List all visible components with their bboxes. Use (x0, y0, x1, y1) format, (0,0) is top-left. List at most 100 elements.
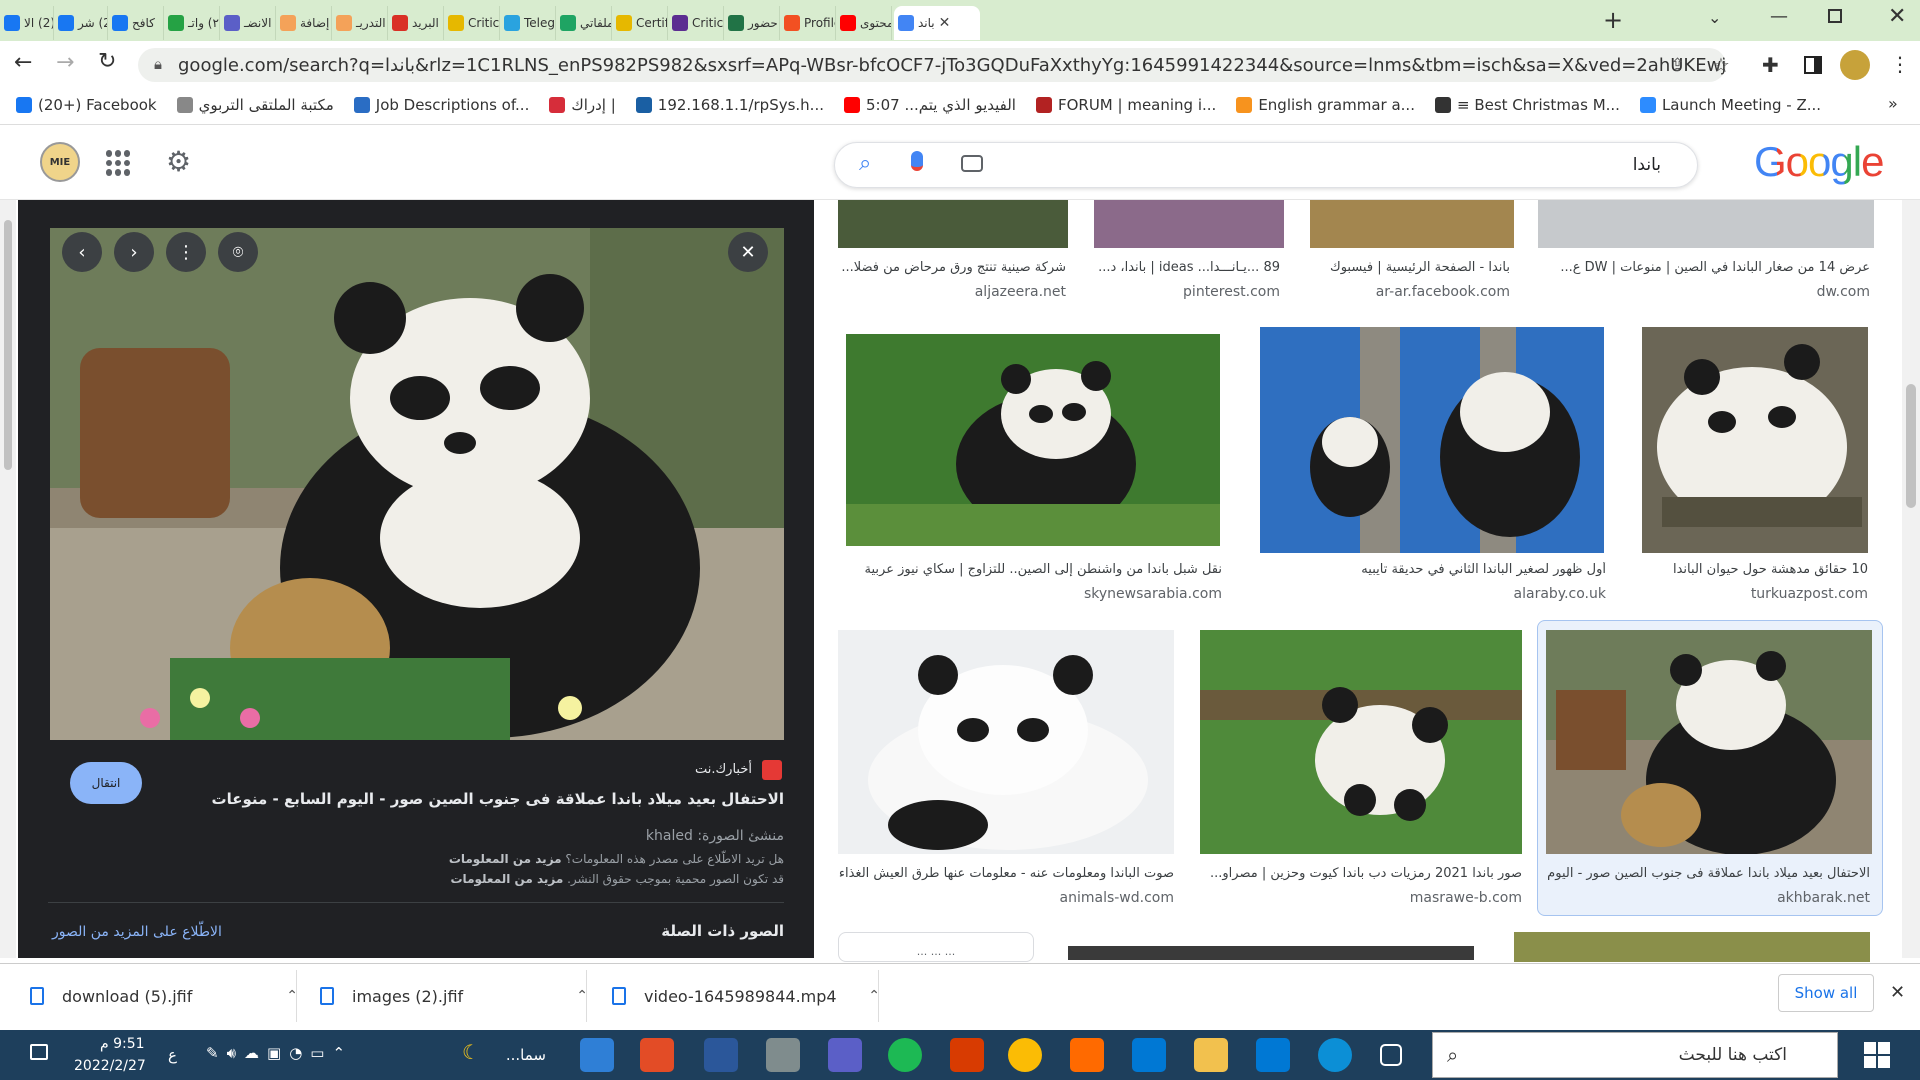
result-caption[interactable]: الاحتفال بعيد ميلاد باندا عملاقة فى جنوب… (1546, 866, 1870, 881)
share-icon[interactable]: ⇪ (1670, 55, 1685, 76)
forward-icon[interactable]: → (56, 50, 74, 75)
bookmark-item[interactable]: الفيديو الذي يتم... 5:07 (843, 96, 1016, 114)
result-image[interactable] (838, 630, 1174, 854)
browser-tab[interactable]: (٢) واتـ (164, 5, 220, 40)
show-all-downloads-button[interactable]: Show all (1778, 974, 1874, 1012)
store-icon[interactable] (1132, 1038, 1166, 1072)
weather-text[interactable]: سما... (484, 1046, 546, 1064)
browser-tab[interactable]: كافح (108, 5, 164, 40)
task-view-icon[interactable] (1380, 1044, 1402, 1066)
browser-tab[interactable]: Telegr (500, 5, 556, 40)
tab-search-icon[interactable]: ⌄ (1708, 8, 1721, 27)
bookmark-star-icon[interactable]: ☆ (1712, 53, 1730, 77)
maximize-button[interactable] (1828, 9, 1842, 23)
browser-tab[interactable]: Certifi (612, 5, 668, 40)
apps-grid-icon[interactable] (106, 150, 132, 176)
search-icon[interactable]: ⌕ (859, 151, 871, 176)
result-image[interactable] (1514, 932, 1870, 962)
result-image[interactable] (1546, 630, 1872, 854)
preview-image[interactable] (50, 228, 784, 740)
mail-icon[interactable] (1256, 1038, 1290, 1072)
voice-search-icon[interactable] (911, 151, 923, 171)
result-image[interactable] (838, 200, 1068, 248)
bookmark-item[interactable]: مكتبة الملتقى التربوي (176, 96, 334, 114)
spotify-icon[interactable] (888, 1038, 922, 1072)
result-caption[interactable]: 89 ...يـانـــدا... ideas | باندا، د... (1090, 260, 1280, 275)
start-button[interactable] (1864, 1042, 1890, 1068)
notifications-icon[interactable] (30, 1044, 48, 1060)
browser-tab[interactable]: محتوى (836, 5, 892, 40)
browser-tab[interactable]: إضافة (276, 5, 332, 40)
language-indicator[interactable]: ع (168, 1046, 177, 1064)
see-more-images-link[interactable]: الاطّلاع على المزيد من الصور (52, 924, 222, 940)
browser-tab[interactable]: الانضـ (220, 5, 276, 40)
result-caption[interactable]: 10 حقائق مدهشة حول حيوان الباندا (1642, 562, 1868, 577)
word-icon[interactable] (704, 1038, 738, 1072)
office-icon[interactable] (950, 1038, 984, 1072)
google-logo[interactable]: Google (1754, 138, 1884, 186)
browser-tab[interactable]: (2) الا (0, 5, 54, 40)
sidepanel-icon[interactable] (1804, 56, 1822, 74)
search-box[interactable]: ⌕ باندا (834, 142, 1698, 188)
previous-image-button[interactable]: ‹ (62, 232, 102, 272)
close-downloads-icon[interactable]: ✕ (1890, 982, 1905, 1003)
image-title[interactable]: الاحتفال بعيد ميلاد باندا عملاقة فى جنوب… (212, 790, 784, 808)
browser-tab[interactable]: التدريـ (332, 5, 388, 40)
result-caption[interactable]: أول ظهور لصغير الباندا الثاني في حديقة ت… (1260, 562, 1606, 577)
result-caption[interactable]: صور باندا 2021 رمزيات دب باندا كيوت وحزي… (1200, 866, 1522, 881)
bookmarks-overflow-icon[interactable]: » (1888, 94, 1898, 113)
more-options-icon[interactable]: ⋮ (166, 232, 206, 272)
browser-tab[interactable]: ملفاتي (556, 5, 612, 40)
result-image[interactable] (1068, 946, 1474, 960)
extensions-icon[interactable]: ✚ (1762, 53, 1779, 77)
result-image[interactable] (1200, 630, 1522, 854)
result-image[interactable] (1260, 327, 1604, 553)
download-item[interactable]: video-1645989844.mp4 ⌃ (612, 978, 880, 1014)
result-image[interactable] (1538, 200, 1874, 248)
taskbar-time[interactable]: 9:51 م (100, 1036, 145, 1052)
edge-icon[interactable] (1318, 1038, 1352, 1072)
taskbar-date[interactable]: 2022/2/27 (74, 1058, 146, 1074)
brave-icon[interactable] (1070, 1038, 1104, 1072)
profile-avatar[interactable] (1840, 50, 1870, 80)
close-window-button[interactable]: ✕ (1888, 4, 1906, 29)
lens-search-icon[interactable]: ⌾ (218, 232, 258, 272)
weather-icon[interactable]: ☾ (462, 1040, 480, 1064)
result-caption[interactable]: نقل شبل باندا من واشنطن إلى الصين.. للتز… (846, 562, 1222, 577)
account-avatar[interactable]: MIE (40, 142, 80, 182)
page-scrollbar[interactable] (0, 200, 16, 958)
results-scrollbar[interactable] (1902, 200, 1920, 958)
bookmark-item[interactable]: Job Descriptions of... (353, 96, 529, 114)
minimize-button[interactable]: — (1770, 6, 1788, 27)
bookmark-item[interactable]: Launch Meeting - Z... (1639, 96, 1821, 114)
camera-search-icon[interactable] (961, 155, 983, 172)
browser-tab[interactable]: (2) شر (54, 5, 108, 40)
result-image[interactable] (846, 334, 1220, 546)
browser-tab[interactable]: ✕ باند (894, 5, 980, 40)
teams-icon[interactable] (828, 1038, 862, 1072)
close-preview-button[interactable]: ✕ (728, 232, 768, 272)
result-image[interactable] (1094, 200, 1284, 248)
result-image[interactable] (1310, 200, 1514, 248)
photos-icon[interactable] (580, 1038, 614, 1072)
bookmark-item[interactable]: English grammar a... (1236, 96, 1415, 114)
bookmark-item[interactable]: إدراك | (549, 96, 616, 114)
bookmark-item[interactable]: ≡ Best Christmas M... (1434, 96, 1620, 114)
reload-icon[interactable]: ↻ (98, 49, 116, 74)
browser-window-icon[interactable] (766, 1038, 800, 1072)
result-caption[interactable]: صوت الباندا ومعلومات عنه - معلومات عنها … (838, 866, 1174, 881)
taskbar-search-box[interactable]: ⌕ اكتب هنا للبحث (1432, 1032, 1838, 1078)
bookmark-item[interactable]: FORUM | meaning i... (1035, 96, 1216, 114)
browser-tab[interactable]: البريد (388, 5, 444, 40)
system-tray-icons[interactable]: ✎🔊︎☁▣◔▭⌃ (206, 1044, 353, 1062)
download-item[interactable]: images (2).jfif ⌃ (320, 978, 588, 1014)
more-info-link-2[interactable]: مزيد من المعلومات (451, 872, 564, 886)
download-item[interactable]: download (5).jfif ⌃ (30, 978, 298, 1014)
result-caption[interactable]: شركة صينية تنتج ورق مرحاض من فضلا... (836, 260, 1066, 275)
results-scrollbar-thumb[interactable] (1906, 384, 1916, 508)
settings-gear-icon[interactable]: ⚙ (166, 145, 191, 178)
file-explorer-icon[interactable] (1194, 1038, 1228, 1072)
next-image-button[interactable]: › (114, 232, 154, 272)
browser-tab[interactable]: Profile (780, 5, 836, 40)
more-info-link[interactable]: مزيد من المعلومات (449, 852, 562, 866)
